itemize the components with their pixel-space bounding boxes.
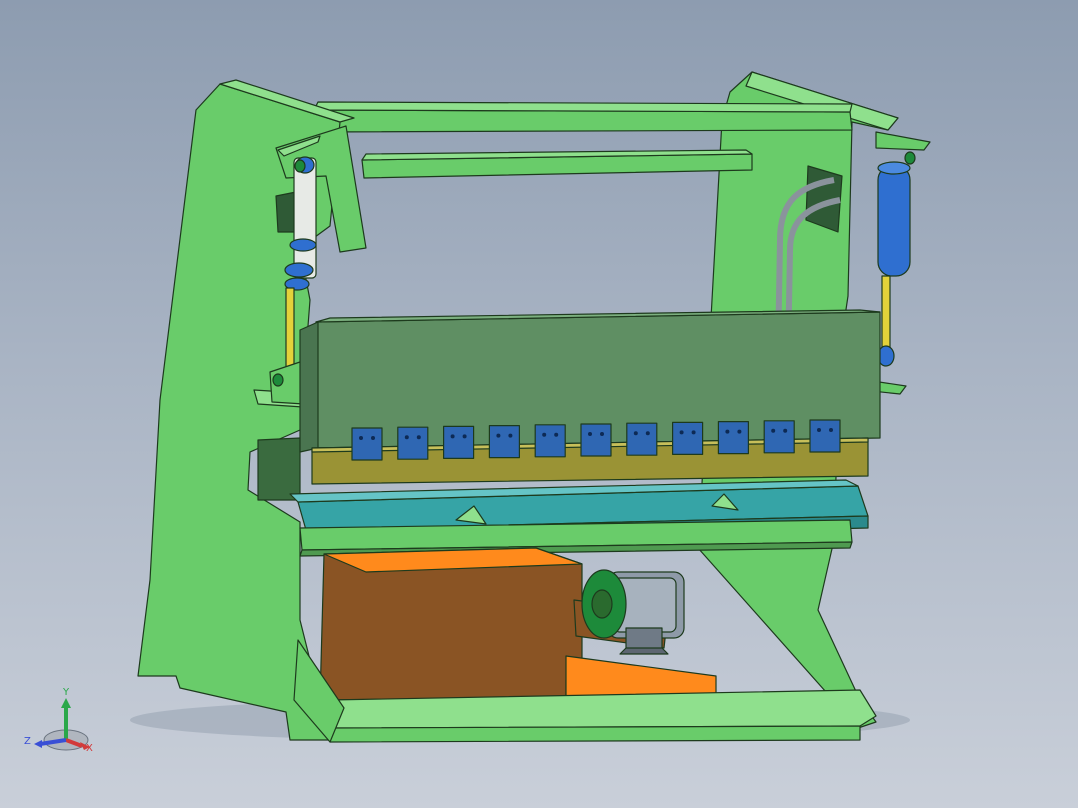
clamp-block[interactable]: [488, 425, 520, 459]
x-axis-label: X: [86, 743, 93, 754]
clamp-bolt: [737, 429, 742, 434]
clamp-block[interactable]: [671, 421, 704, 455]
clamp-block[interactable]: [534, 424, 566, 458]
clamp-bolt: [691, 430, 696, 435]
clamp-block[interactable]: [763, 420, 795, 454]
clamp-bolt: [416, 435, 421, 440]
clamp-bolt: [371, 436, 375, 440]
clamp-block[interactable]: [443, 425, 475, 459]
clamp-bolt: [725, 429, 730, 434]
clamp-bolt: [508, 433, 513, 438]
clamp-block[interactable]: [397, 426, 429, 460]
clamp-bolt: [633, 431, 638, 436]
clamp-bolt: [817, 428, 821, 432]
cad-graphics-viewport[interactable]: Y X Z: [0, 0, 1078, 808]
clamp-block[interactable]: [717, 421, 750, 455]
clamp-bolt: [496, 433, 501, 438]
axis-triad: Y X Z: [24, 687, 93, 754]
clamp-bolt: [783, 428, 788, 433]
clamp-bolt: [450, 434, 455, 439]
electric-motor[interactable]: [573, 569, 685, 655]
clamp-bolt: [542, 432, 547, 437]
clamp-bolt: [645, 431, 650, 436]
clamp-bolt: [404, 435, 409, 440]
clamp-bolt: [462, 434, 467, 439]
clamp-bolt: [588, 432, 592, 436]
clamp-block[interactable]: [626, 422, 658, 456]
model-canvas[interactable]: Y X Z: [0, 0, 1078, 808]
z-axis-label: Z: [24, 736, 31, 747]
clamp-block[interactable]: [351, 427, 383, 461]
clamp-bolt: [359, 436, 363, 440]
clamp-bolt: [600, 432, 604, 436]
clamp-bolt: [829, 428, 833, 432]
clamp-block[interactable]: [809, 419, 841, 453]
clamp-bolt: [771, 428, 776, 433]
clamp-bolt: [679, 430, 684, 435]
y-axis-label: Y: [62, 687, 70, 698]
clamp-block[interactable]: [580, 423, 612, 457]
clamp-bolt: [554, 432, 559, 437]
